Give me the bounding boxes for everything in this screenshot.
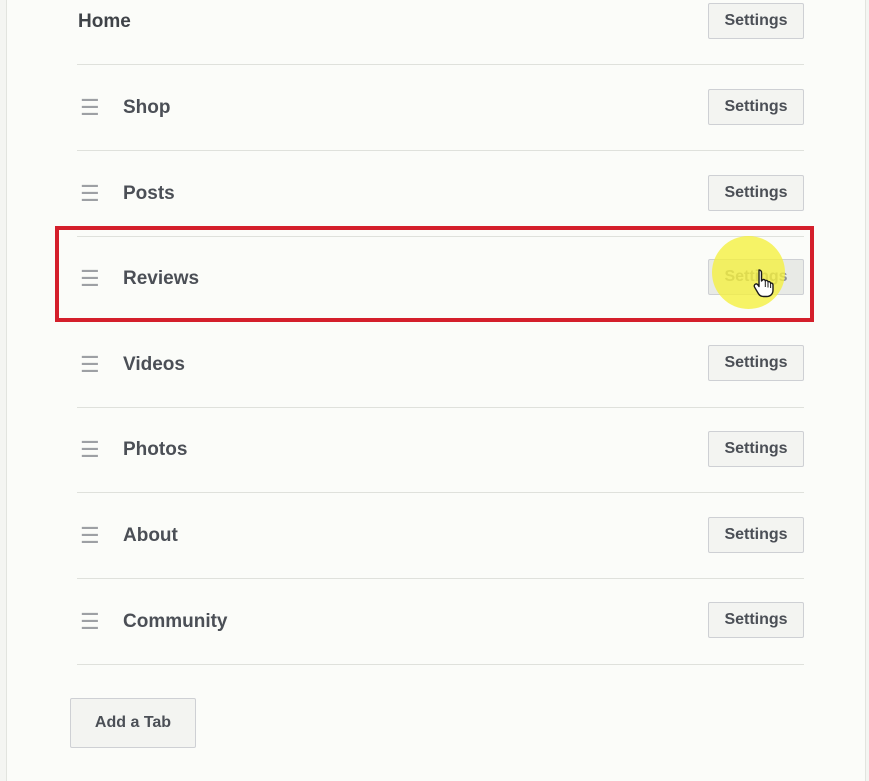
tab-label-photos: Photos	[123, 438, 188, 460]
add-tab-button[interactable]: Add a Tab	[70, 698, 196, 748]
drag-handle-icon[interactable]: ☰	[80, 65, 100, 150]
settings-button-home[interactable]: Settings	[708, 3, 804, 39]
tab-row-shop: ☰ Shop Settings	[77, 65, 804, 151]
drag-handle-icon[interactable]: ☰	[80, 322, 100, 407]
settings-button-community[interactable]: Settings	[708, 602, 804, 638]
tab-row-posts: ☰ Posts Settings	[77, 151, 804, 237]
tab-label-about: About	[123, 524, 178, 546]
settings-button-about[interactable]: Settings	[708, 517, 804, 553]
tab-row-photos: ☰ Photos Settings	[77, 407, 804, 493]
drag-handle-icon[interactable]: ☰	[80, 579, 100, 664]
tab-label-shop: Shop	[123, 96, 171, 118]
tab-label-videos: Videos	[123, 353, 185, 375]
tabs-panel: Home Settings ☰ Shop Settings ☰ Posts Se…	[6, 0, 866, 781]
tab-label-posts: Posts	[123, 182, 175, 204]
settings-button-posts[interactable]: Settings	[708, 175, 804, 211]
tab-label-home: Home	[78, 10, 131, 32]
drag-handle-icon[interactable]: ☰	[80, 493, 100, 578]
tab-label-community: Community	[123, 610, 228, 632]
tab-row-home: Home Settings	[77, 0, 804, 65]
settings-button-videos[interactable]: Settings	[708, 345, 804, 381]
reviews-highlight-box	[55, 226, 814, 322]
tab-row-community: ☰ Community Settings	[77, 579, 804, 665]
tab-row-videos: ☰ Videos Settings	[77, 322, 804, 408]
settings-button-photos[interactable]: Settings	[708, 431, 804, 467]
drag-handle-icon[interactable]: ☰	[80, 151, 100, 236]
drag-handle-icon[interactable]: ☰	[80, 407, 100, 492]
settings-button-shop[interactable]: Settings	[708, 89, 804, 125]
tab-row-about: ☰ About Settings	[77, 493, 804, 579]
